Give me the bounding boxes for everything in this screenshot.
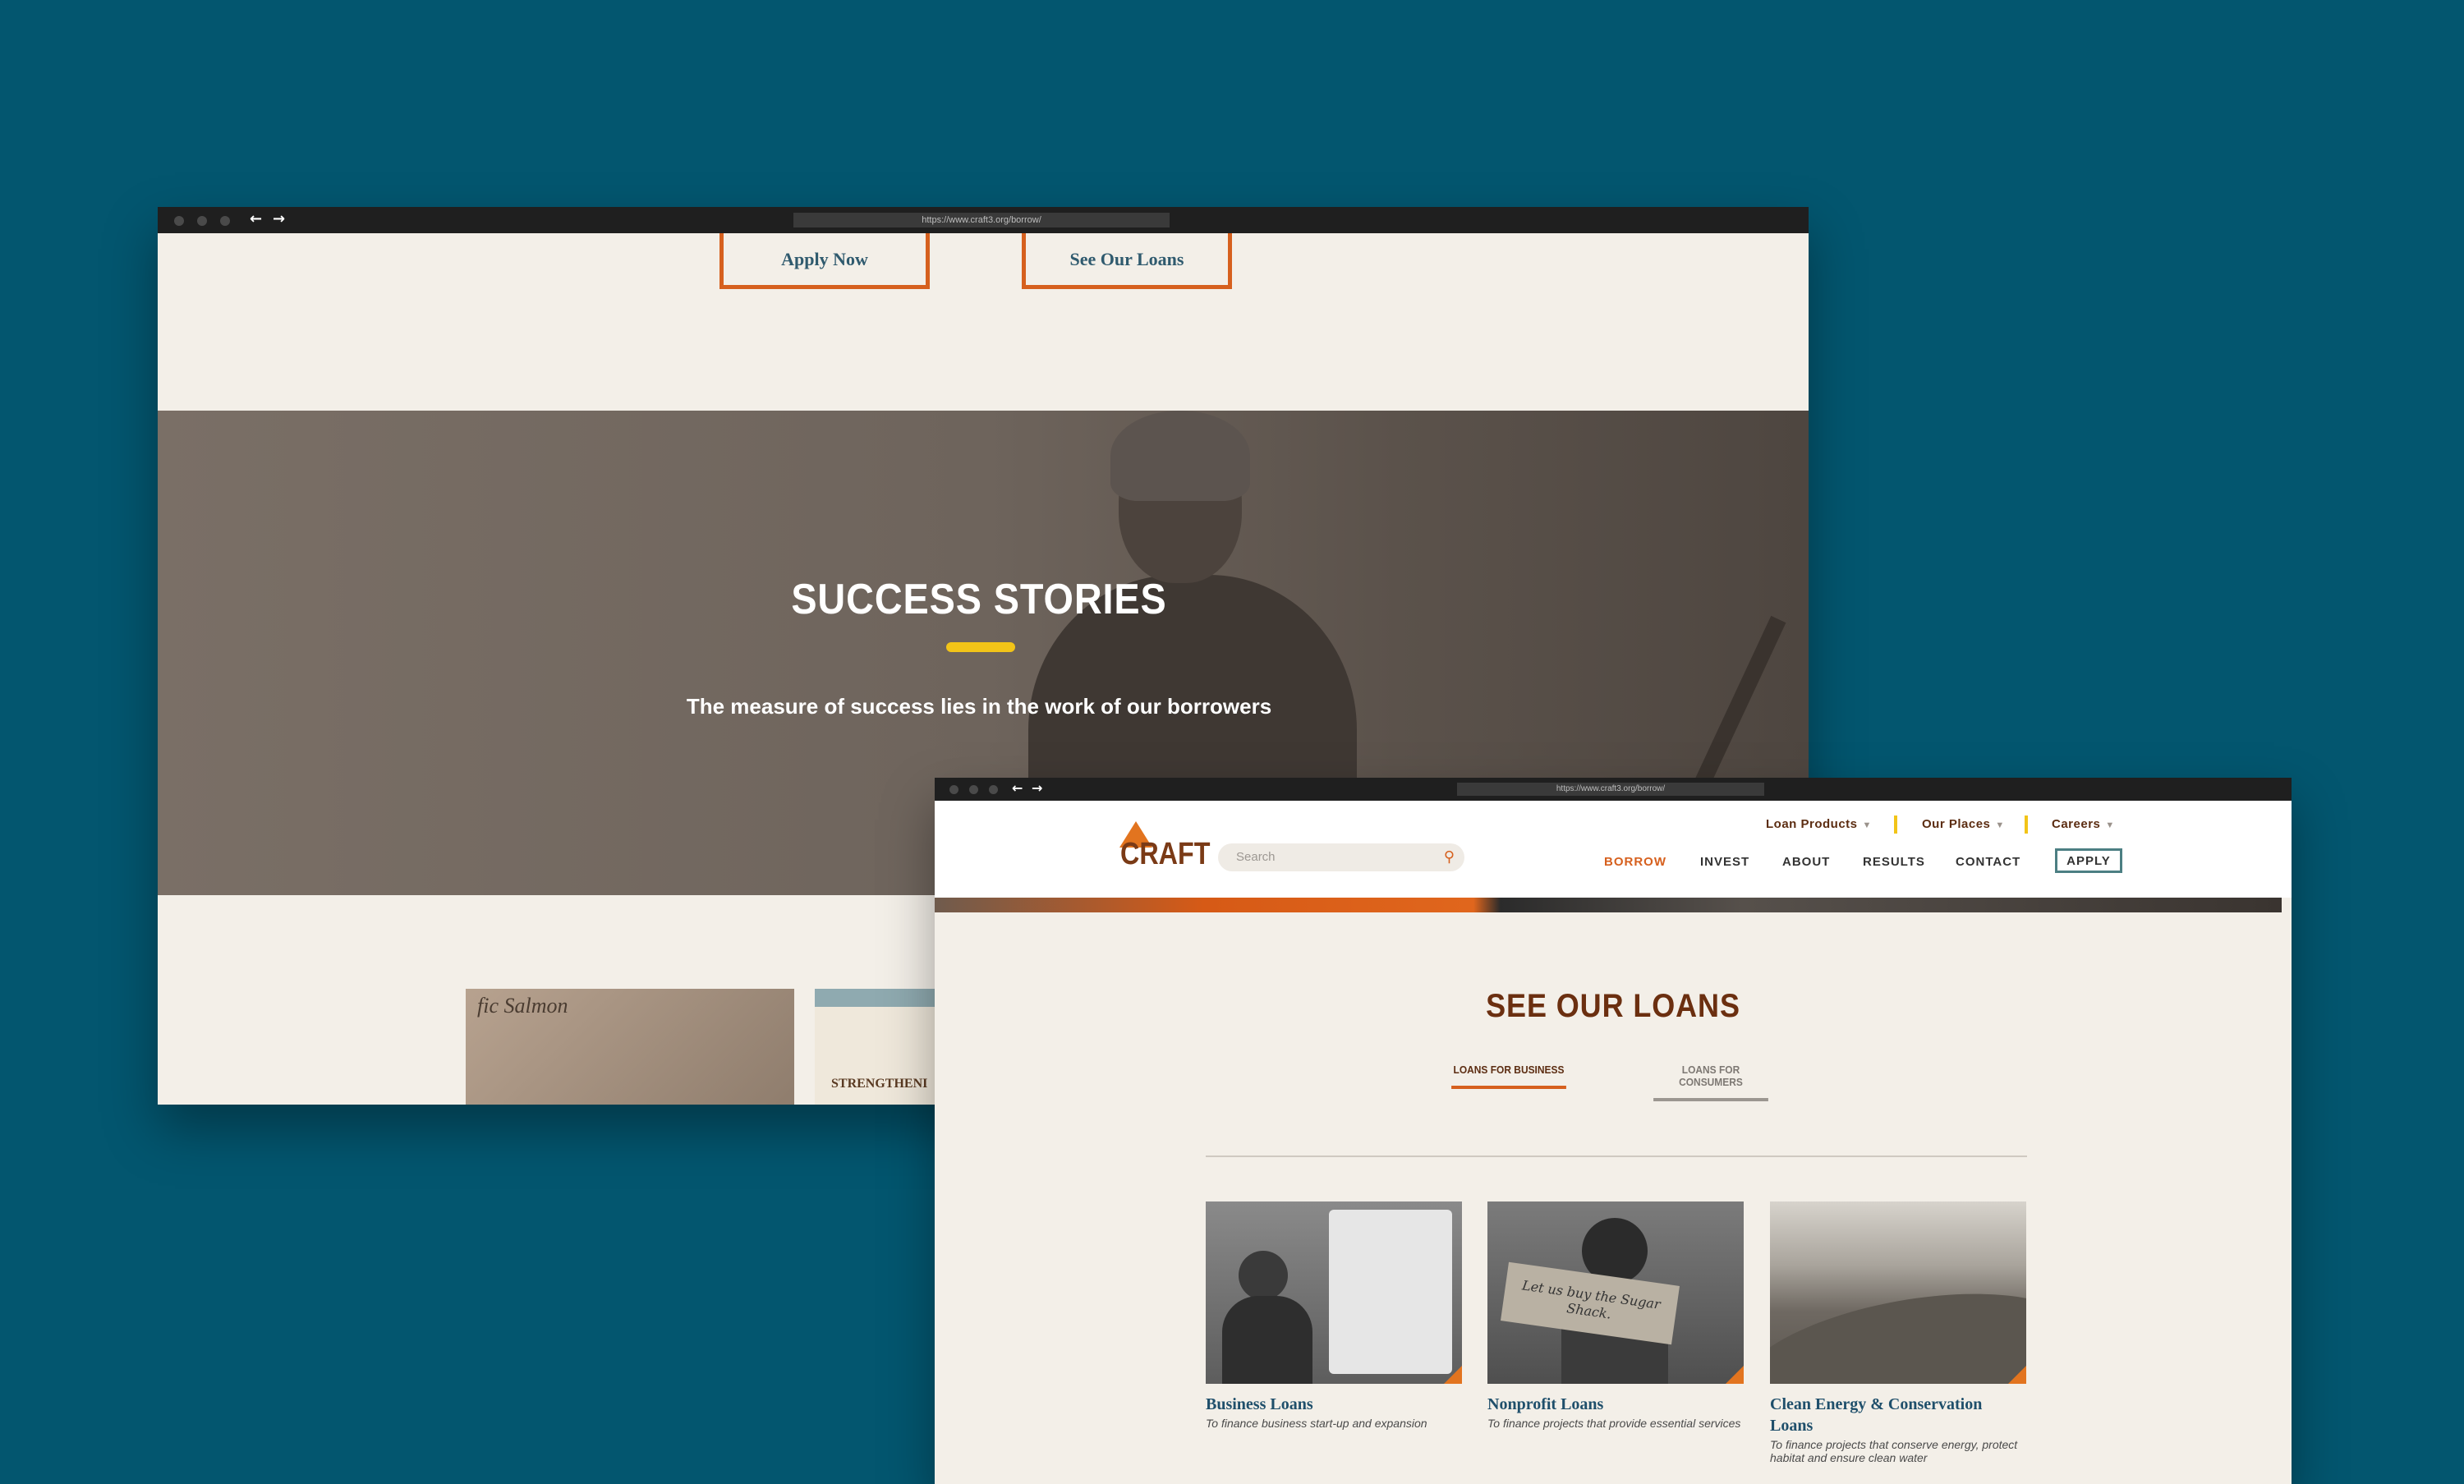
window-close-dot[interactable] bbox=[949, 785, 958, 794]
topnav-careers[interactable]: Careers ▼ bbox=[2052, 817, 2115, 831]
chevron-down-icon: ▼ bbox=[2105, 820, 2115, 830]
card-corner-accent bbox=[1444, 1366, 1462, 1384]
loan-card-image[interactable] bbox=[1770, 1201, 2026, 1384]
loan-card-description: To finance business start-up and expansi… bbox=[1206, 1417, 1427, 1430]
hero-title-underline bbox=[946, 642, 1015, 652]
tab-loans-for-consumers[interactable]: LOANS FOR CONSUMERS bbox=[1653, 1064, 1768, 1101]
window-maximize-dot[interactable] bbox=[989, 785, 998, 794]
chevron-down-icon: ▼ bbox=[1862, 820, 1872, 830]
forward-arrow-icon[interactable]: → bbox=[273, 210, 285, 227]
loan-card-image[interactable]: Let us buy the Sugar Shack. bbox=[1487, 1201, 1744, 1384]
back-arrow-icon[interactable]: ← bbox=[250, 210, 262, 227]
loan-card-clean-energy[interactable]: Clean Energy & Conservation Loans To fin… bbox=[1770, 1201, 2026, 1464]
hero-subtitle: The measure of success lies in the work … bbox=[686, 694, 1272, 719]
hero-image-strip bbox=[935, 898, 2282, 912]
person-body-shape bbox=[1222, 1296, 1312, 1384]
apply-now-button[interactable]: Apply Now bbox=[719, 233, 930, 289]
browser-chrome: ← → https://www.craft3.org/borrow/ bbox=[935, 778, 2292, 801]
loan-card-description: To finance projects that provide essenti… bbox=[1487, 1417, 1741, 1430]
browser-window-front: ← → https://www.craft3.org/borrow/ CRAFT… bbox=[935, 778, 2292, 1484]
page-content: CRAFT Search ⚲ Loan Products ▼ Our Places… bbox=[935, 801, 2292, 1484]
search-icon[interactable]: ⚲ bbox=[1444, 848, 1455, 866]
site-logo[interactable]: CRAFT bbox=[1120, 837, 1210, 872]
browser-chrome: ← → https://www.craft3.org/borrow/ bbox=[158, 207, 1809, 233]
loan-card-title[interactable]: Business Loans bbox=[1206, 1394, 1462, 1415]
card-corner-accent bbox=[2008, 1366, 2026, 1384]
chevron-down-icon: ▼ bbox=[1995, 820, 2005, 830]
forward-arrow-icon[interactable]: → bbox=[1032, 780, 1042, 796]
section-title: SEE OUR LOANS bbox=[1486, 988, 1740, 1024]
nav-results[interactable]: RESULTS bbox=[1863, 855, 1925, 869]
window-minimize-dot[interactable] bbox=[969, 785, 978, 794]
topnav-label: Our Places bbox=[1922, 817, 1991, 831]
window-close-dot[interactable] bbox=[174, 216, 184, 226]
search-input[interactable]: Search ⚲ bbox=[1218, 843, 1464, 871]
section-divider bbox=[1206, 1155, 2027, 1157]
person-head-shape bbox=[1239, 1251, 1288, 1300]
site-header: CRAFT Search ⚲ Loan Products ▼ Our Places… bbox=[935, 801, 2292, 898]
handwritten-sign: Let us buy the Sugar Shack. bbox=[1501, 1261, 1680, 1345]
topnav-label: Careers bbox=[2052, 817, 2101, 831]
nav-invest[interactable]: INVEST bbox=[1700, 855, 1749, 869]
back-arrow-icon[interactable]: ← bbox=[1012, 780, 1023, 796]
truck-shape bbox=[1329, 1210, 1452, 1374]
loan-card-business[interactable]: Business Loans To finance business start… bbox=[1206, 1201, 1462, 1430]
story-thumbnail-text: fic Salmon bbox=[477, 994, 568, 1018]
topnav-label: Loan Products bbox=[1766, 817, 1858, 831]
loan-card-title[interactable]: Nonprofit Loans bbox=[1487, 1394, 1744, 1415]
loan-card-image[interactable] bbox=[1206, 1201, 1462, 1384]
search-placeholder: Search bbox=[1236, 850, 1276, 864]
card-corner-accent bbox=[1726, 1366, 1744, 1384]
loan-card-description: To finance projects that conserve energy… bbox=[1770, 1438, 2018, 1464]
address-bar[interactable]: https://www.craft3.org/borrow/ bbox=[793, 213, 1170, 227]
story-thumbnail-salmon[interactable]: fic Salmon bbox=[466, 989, 794, 1105]
address-bar[interactable]: https://www.craft3.org/borrow/ bbox=[1457, 783, 1764, 796]
window-minimize-dot[interactable] bbox=[197, 216, 207, 226]
hero-person-hat bbox=[1110, 411, 1250, 501]
apply-button[interactable]: APPLY bbox=[2055, 848, 2122, 873]
hillside-shape bbox=[1770, 1270, 2026, 1384]
topnav-loan-products[interactable]: Loan Products ▼ bbox=[1766, 817, 1872, 831]
see-our-loans-button[interactable]: See Our Loans bbox=[1022, 233, 1232, 289]
nav-borrow[interactable]: BORROW bbox=[1604, 855, 1666, 869]
loan-card-title[interactable]: Clean Energy & Conservation Loans bbox=[1770, 1394, 2026, 1436]
nav-about[interactable]: ABOUT bbox=[1782, 855, 1830, 869]
story-thumbnail-text: STRENGTHENI bbox=[831, 1077, 928, 1091]
topnav-separator bbox=[2025, 816, 2028, 834]
hero-title: SUCCESS STORIES bbox=[791, 576, 1167, 623]
topnav-our-places[interactable]: Our Places ▼ bbox=[1922, 817, 2005, 831]
window-maximize-dot[interactable] bbox=[220, 216, 230, 226]
topnav-separator bbox=[1894, 816, 1897, 834]
tab-loans-for-business[interactable]: LOANS FOR BUSINESS bbox=[1451, 1064, 1566, 1089]
nav-contact[interactable]: CONTACT bbox=[1956, 855, 2020, 869]
loan-card-nonprofit[interactable]: Let us buy the Sugar Shack. Nonprofit Lo… bbox=[1487, 1201, 1744, 1430]
